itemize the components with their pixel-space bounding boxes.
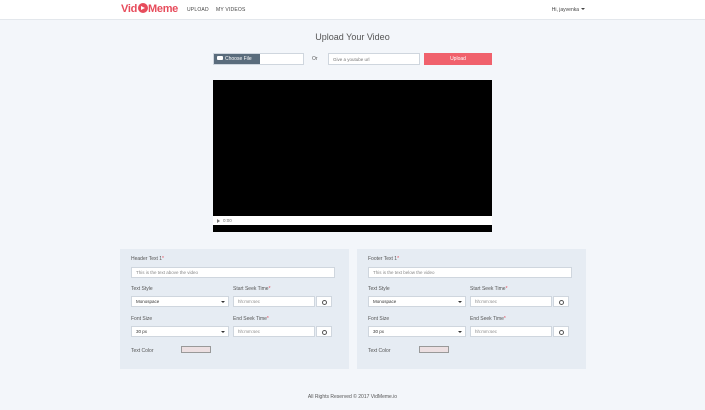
dropdown-arrow-icon xyxy=(221,330,225,333)
header-style-select[interactable]: Monospace xyxy=(131,296,229,307)
footer-start-input[interactable]: hh:mm:sec xyxy=(470,296,552,307)
dropdown-arrow-icon xyxy=(458,300,462,303)
header-text-panel: Header Text 1* This is the text above th… xyxy=(120,249,349,369)
header-style-label: Text Style xyxy=(131,286,153,292)
page-title: Upload Your Video xyxy=(315,32,390,42)
footer-end-label-text: End Seek Time xyxy=(470,316,504,322)
choose-file-button[interactable]: Choose File xyxy=(214,54,260,64)
video-player[interactable]: 0:00 xyxy=(213,80,492,232)
play-icon[interactable] xyxy=(217,218,220,223)
header-start-label: Start Seek Time* xyxy=(233,286,271,292)
play-logo-icon xyxy=(137,3,148,13)
header-end-label: End Seek Time* xyxy=(233,316,269,322)
file-picker[interactable]: Choose File xyxy=(213,53,304,65)
upload-button[interactable]: Upload xyxy=(424,53,492,65)
or-separator: Or xyxy=(312,56,318,62)
footer-text-panel: Footer Text 1* This is the text below th… xyxy=(357,249,586,369)
caret-down-icon xyxy=(581,8,585,10)
footer-color-swatch[interactable] xyxy=(419,346,449,353)
footer-end-input[interactable]: hh:mm:sec xyxy=(470,326,552,337)
footer-style-value: Monospace xyxy=(373,299,397,304)
user-greeting: Hi, jayvenka xyxy=(551,7,579,13)
player-controls: 0:00 xyxy=(213,216,492,225)
footer-end-label: End Seek Time* xyxy=(470,316,506,322)
choose-file-label: Choose File xyxy=(225,56,252,62)
footer-text-input[interactable]: This is the text below the video xyxy=(368,267,572,278)
nav-upload-link[interactable]: UPLOAD xyxy=(187,7,209,13)
footer-text-label-text: Footer Text 1 xyxy=(368,256,398,262)
header-start-input[interactable]: hh:mm:sec xyxy=(233,296,315,307)
header-start-clock-button[interactable] xyxy=(316,296,332,307)
required-mark: * xyxy=(397,256,400,262)
camera-icon xyxy=(217,56,223,60)
required-mark: * xyxy=(266,316,269,322)
footer-style-select[interactable]: Monospace xyxy=(368,296,466,307)
footer-start-label: Start Seek Time* xyxy=(470,286,508,292)
footer-text-label: Footer Text 1* xyxy=(368,256,399,262)
header-end-input[interactable]: hh:mm:sec xyxy=(233,326,315,337)
footer-start-clock-button[interactable] xyxy=(553,296,569,307)
footer-color-label: Text Color xyxy=(368,348,391,354)
header-text-label-text: Header Text 1 xyxy=(131,256,163,262)
clock-icon xyxy=(559,329,564,335)
user-menu[interactable]: Hi, jayvenka xyxy=(552,7,585,13)
header-text-input[interactable]: This is the text above the video xyxy=(131,267,335,278)
header-color-swatch[interactable] xyxy=(181,346,211,353)
copyright-footer: All Rights Reserved © 2017 VidMeme.io xyxy=(307,394,398,400)
footer-size-label: Font Size xyxy=(368,316,390,322)
navbar: Vid Meme UPLOAD MY VIDEOS Hi, jayvenka xyxy=(0,0,705,20)
header-size-value: 30 px xyxy=(136,329,148,334)
header-end-label-text: End Seek Time xyxy=(233,316,267,322)
clock-icon xyxy=(322,299,327,305)
youtube-url-input[interactable] xyxy=(328,53,420,65)
clock-icon xyxy=(559,299,564,305)
header-size-label: Font Size xyxy=(131,316,153,322)
dropdown-arrow-icon xyxy=(221,300,225,303)
footer-end-clock-button[interactable] xyxy=(553,326,569,337)
brand-text-end: Meme xyxy=(148,3,178,15)
clock-icon xyxy=(322,329,327,335)
footer-start-label-text: Start Seek Time xyxy=(470,286,506,292)
brand-logo[interactable]: Vid Meme xyxy=(121,3,178,15)
header-size-select[interactable]: 30 px xyxy=(131,326,229,337)
footer-style-label: Text Style xyxy=(368,286,390,292)
header-style-value: Monospace xyxy=(136,299,160,304)
header-end-clock-button[interactable] xyxy=(316,326,332,337)
footer-size-select[interactable]: 30 px xyxy=(368,326,466,337)
dropdown-arrow-icon xyxy=(458,330,462,333)
required-mark: * xyxy=(162,256,164,262)
required-mark: * xyxy=(268,286,271,292)
time-display: 0:00 xyxy=(223,217,232,223)
required-mark: * xyxy=(503,316,506,322)
header-color-label: Text Color xyxy=(131,348,154,354)
footer-size-value: 30 px xyxy=(373,329,385,334)
header-text-label: Header Text 1* xyxy=(131,256,164,262)
header-start-label-text: Start Seek Time xyxy=(233,286,269,292)
brand-text-start: Vid xyxy=(121,3,138,15)
nav-my-videos-link[interactable]: MY VIDEOS xyxy=(216,7,246,13)
required-mark: * xyxy=(505,286,508,292)
